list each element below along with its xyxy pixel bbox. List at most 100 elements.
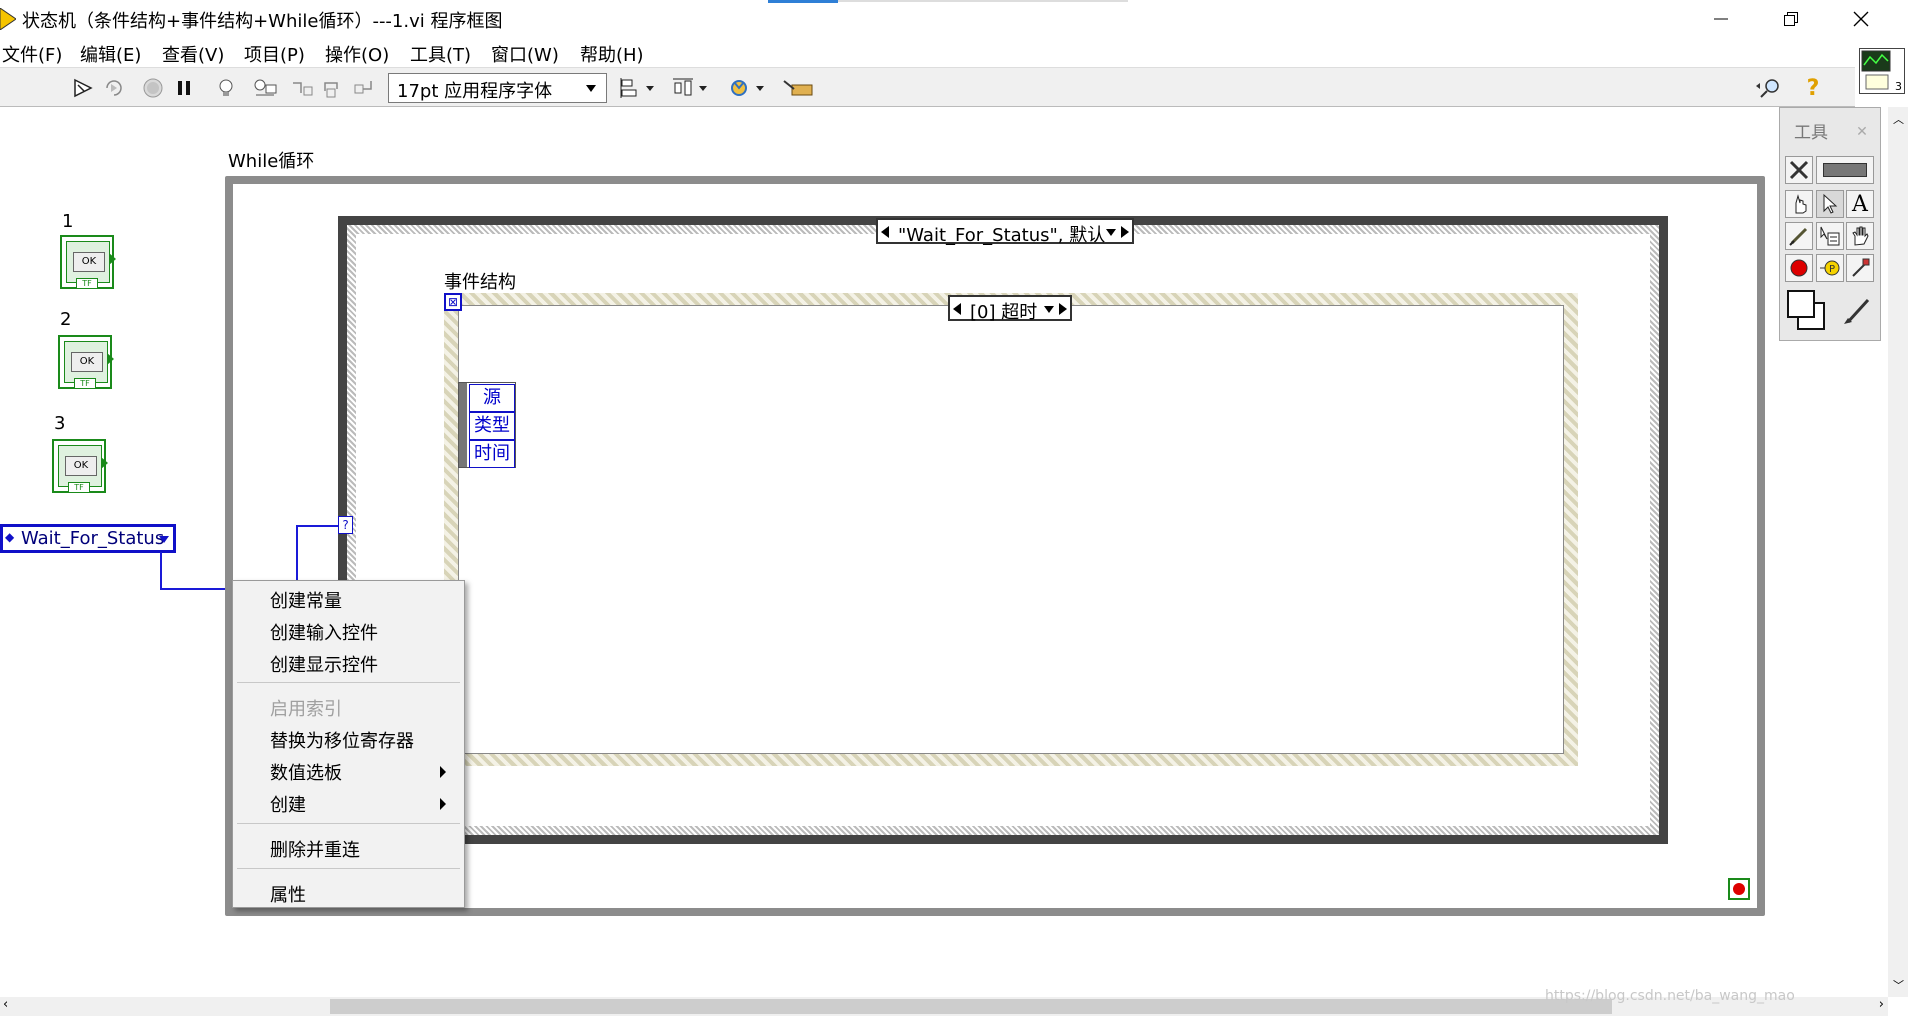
scroll-up-icon[interactable]: ︿	[1893, 111, 1904, 127]
abort-icon[interactable]	[140, 75, 166, 101]
menu-properties[interactable]: 属性	[270, 881, 306, 907]
label-tool-icon[interactable]: A	[1846, 190, 1874, 218]
scroll-left-icon[interactable]: ‹	[3, 997, 8, 1012]
font-dropdown[interactable]: 17pt 应用程序字体	[388, 73, 607, 103]
font-dropdown-value: 17pt 应用程序字体	[397, 81, 553, 102]
event-selector-label[interactable]: [0] 超时	[948, 295, 1072, 323]
scroll-right-icon[interactable]: ›	[1879, 997, 1884, 1012]
chevron-down-icon[interactable]	[1106, 229, 1116, 236]
cleanup-icon[interactable]	[782, 75, 816, 101]
tools-palette: 工具 ✕ A P	[1779, 107, 1881, 341]
auto-tool-toggle-icon[interactable]	[1816, 156, 1874, 184]
vi-icon[interactable]: 3	[1859, 48, 1905, 94]
run-continuous-icon[interactable]	[101, 75, 127, 101]
increment-arrow-icon[interactable]	[1059, 303, 1067, 315]
close-icon[interactable]: ✕	[1850, 124, 1874, 148]
svg-text:P: P	[1829, 264, 1835, 275]
event-data-time[interactable]: 时间	[469, 440, 515, 468]
step-over-icon[interactable]	[320, 75, 346, 101]
retain-wire-values-icon[interactable]	[252, 75, 278, 101]
submenu-arrow-icon	[440, 798, 446, 810]
decrement-arrow-icon[interactable]	[881, 226, 889, 238]
help-icon[interactable]: ?	[1800, 75, 1826, 101]
shortcut-menu-tool-icon[interactable]	[1816, 222, 1844, 250]
horizontal-scroll-thumb[interactable]	[330, 999, 1612, 1014]
title-bar: 状态机（条件结构+事件结构+While循环）---1.vi 程序框图	[0, 0, 1908, 37]
operate-tool-icon[interactable]	[1785, 190, 1813, 218]
menu-create-constant[interactable]: 创建常量	[270, 587, 342, 613]
reorder-icon[interactable]	[730, 75, 770, 101]
search-icon[interactable]	[1756, 75, 1786, 101]
chevron-down-icon[interactable]	[1044, 306, 1054, 313]
menu-delete-and-rewire[interactable]: 删除并重连	[270, 836, 360, 862]
ok-button-2-face: OK	[71, 352, 103, 372]
ok-button-2-terminal[interactable]: OK TF	[58, 335, 114, 389]
menu-operate[interactable]: 操作(O)	[325, 41, 389, 67]
probe-tool-icon[interactable]: P	[1816, 254, 1844, 282]
block-diagram: 1 OK TF 2 OK TF 3 OK TF ◆ Wait_For_Statu…	[0, 107, 1888, 997]
color-tool-icon[interactable]	[1785, 288, 1833, 334]
wire[interactable]	[160, 588, 232, 590]
menu-create-control[interactable]: 创建输入控件	[270, 619, 378, 645]
menu-project[interactable]: 项目(P)	[244, 41, 305, 67]
decrement-arrow-icon[interactable]	[953, 303, 961, 315]
menu-replace-shift-register[interactable]: 替换为移位寄存器	[270, 727, 414, 753]
case-selector-label[interactable]: "Wait_For_Status", 默认	[876, 218, 1134, 246]
ok-button-3-face: OK	[65, 456, 97, 476]
increment-arrow-icon[interactable]	[1121, 226, 1129, 238]
menu-create[interactable]: 创建	[270, 791, 306, 817]
distribute-icon[interactable]	[673, 75, 713, 101]
menu-file[interactable]: 文件(F)	[2, 41, 62, 67]
ok-button-3-terminal[interactable]: OK TF	[52, 439, 108, 493]
scroll-down-icon[interactable]: ﹀	[1893, 977, 1904, 993]
align-icon[interactable]	[620, 75, 660, 101]
ok-button-1-terminal[interactable]: OK TF	[60, 235, 116, 289]
breakpoint-tool-icon[interactable]	[1785, 254, 1813, 282]
ok-button-1-face: OK	[73, 252, 105, 272]
enum-constant[interactable]: ◆ Wait_For_Status	[0, 524, 176, 553]
event-data-node[interactable]: 源 类型 时间	[458, 382, 516, 468]
context-menu: 创建常量 创建输入控件 创建显示控件 启用索引 替换为移位寄存器 数值选板 创建…	[232, 580, 465, 908]
chevron-down-icon	[586, 85, 596, 92]
timeout-terminal[interactable]: ⊠	[444, 293, 462, 311]
event-data-type[interactable]: 类型	[469, 412, 515, 440]
menu-tools[interactable]: 工具(T)	[410, 41, 471, 67]
button-1-label: 1	[62, 211, 74, 232]
position-tool-icon[interactable]	[1816, 190, 1844, 218]
while-loop-label: While循环	[228, 151, 315, 172]
case-selector-value: "Wait_For_Status", 默认	[898, 225, 1106, 246]
menu-help[interactable]: 帮助(H)	[580, 41, 644, 67]
event-structure[interactable]	[444, 293, 1578, 766]
scroll-tool-icon[interactable]	[1846, 222, 1874, 250]
step-out-icon[interactable]	[351, 75, 377, 101]
menu-view[interactable]: 查看(V)	[162, 41, 224, 67]
run-arrow-icon[interactable]	[70, 75, 96, 101]
wire[interactable]	[160, 552, 162, 590]
event-data-source[interactable]: 源	[469, 384, 515, 412]
highlight-execution-icon[interactable]	[213, 75, 239, 101]
menu-numeric-palette[interactable]: 数值选板	[270, 759, 342, 785]
step-into-icon[interactable]	[289, 75, 315, 101]
brush-icon[interactable]	[1840, 294, 1874, 328]
menu-create-indicator[interactable]: 创建显示控件	[270, 651, 378, 677]
vertical-scrollbar[interactable]: ︿ ﹀	[1888, 107, 1908, 997]
terminal-arrow-icon	[107, 353, 114, 365]
window-title: 状态机（条件结构+事件结构+While循环）---1.vi 程序框图	[22, 11, 503, 32]
menu-window[interactable]: 窗口(W)	[491, 41, 559, 67]
minimize-button[interactable]	[1686, 0, 1756, 37]
case-selector-terminal[interactable]: ?	[338, 516, 353, 534]
close-icon	[1853, 11, 1869, 26]
close-button[interactable]	[1826, 0, 1896, 37]
pause-icon[interactable]	[171, 75, 197, 101]
wiring-tool-icon[interactable]	[1785, 222, 1813, 250]
palette-title: 工具	[1794, 123, 1828, 143]
button-3-label: 3	[54, 413, 66, 434]
auto-tool-icon[interactable]	[1785, 156, 1813, 184]
loop-stop-terminal[interactable]	[1728, 878, 1750, 900]
menu-separator	[237, 868, 460, 869]
restore-button[interactable]	[1756, 0, 1826, 37]
color-copy-tool-icon[interactable]	[1846, 254, 1874, 282]
menu-edit[interactable]: 编辑(E)	[80, 41, 141, 67]
stop-icon	[1733, 883, 1745, 895]
minimize-icon	[1714, 18, 1728, 19]
